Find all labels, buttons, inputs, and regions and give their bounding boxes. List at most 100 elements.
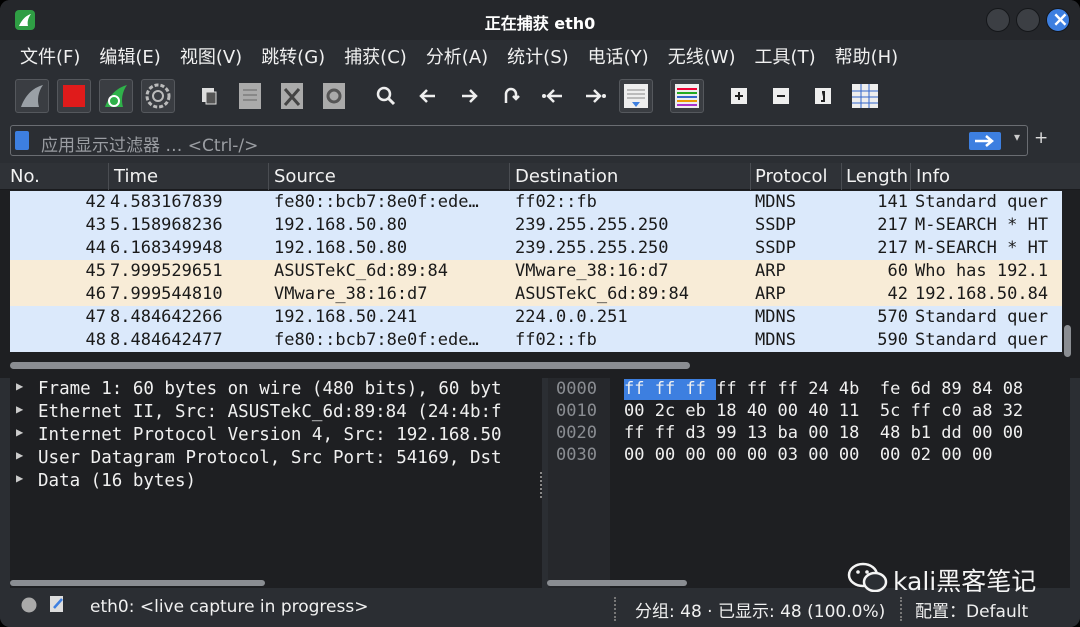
- menu-view[interactable]: 视图(V): [180, 43, 242, 69]
- pane-splitter[interactable]: [540, 472, 544, 498]
- column-no[interactable]: No.: [10, 166, 40, 187]
- start-capture-button[interactable]: [15, 79, 49, 113]
- close-file-button[interactable]: [275, 79, 309, 113]
- hex-bytes[interactable]: 00 00 00 00 00 03 00 00 00 02 00 00: [624, 445, 992, 467]
- column-destination[interactable]: Destination: [515, 166, 618, 187]
- expand-arrow-icon[interactable]: ▶: [16, 379, 23, 393]
- open-file-icon: [202, 88, 217, 105]
- menu-edit[interactable]: 编辑(E): [99, 43, 160, 69]
- packet-row[interactable]: 46 7.999544810 VMware_38:16:d7 ASUSTekC_6d:…: [10, 283, 1062, 306]
- expand-arrow-icon[interactable]: ▶: [16, 425, 23, 439]
- packet-list-header: No. Time Source Destination Protocol Len…: [0, 163, 1080, 190]
- colorize-button[interactable]: [670, 79, 704, 113]
- apply-filter-button[interactable]: [969, 132, 1001, 150]
- go-to-packet-button[interactable]: [494, 79, 528, 113]
- column-time[interactable]: Time: [114, 166, 158, 187]
- display-filter-bar[interactable]: 应用显示过滤器 … <Ctrl-/> ▾: [10, 125, 1028, 156]
- restart-capture-button[interactable]: [99, 79, 133, 113]
- column-protocol[interactable]: Protocol: [755, 166, 828, 187]
- packet-cell-source: VMware_38:16:d7: [274, 284, 428, 304]
- packet-cell-info: Standard quer: [915, 307, 1049, 327]
- capture-options-button[interactable]: [141, 79, 175, 113]
- packet-cell-protocol: SSDP: [755, 215, 796, 235]
- packet-row[interactable]: 44 6.168349948 192.168.50.80 239.255.255.25…: [10, 237, 1062, 260]
- menu-file[interactable]: 文件(F): [20, 43, 80, 69]
- autoscroll-button[interactable]: [619, 79, 653, 113]
- add-filter-button[interactable]: +: [1034, 128, 1048, 148]
- zoom-in-button[interactable]: [722, 79, 756, 113]
- minimize-button[interactable]: [986, 8, 1010, 32]
- detail-row-data[interactable]: ▶ Data (16 bytes): [10, 471, 542, 493]
- details-hscrollbar[interactable]: [10, 580, 265, 586]
- capture-comment-icon[interactable]: [48, 594, 66, 614]
- packet-row[interactable]: 45 7.999529651 ASUSTekC_6d:89:84 VMware_38:…: [10, 260, 1062, 283]
- detail-row-ethernet[interactable]: ▶ Ethernet II, Src: ASUSTekC_6d:89:84 (24…: [10, 402, 542, 424]
- chevron-down-icon[interactable]: ▾: [1014, 130, 1020, 144]
- forward-arrow-icon: [462, 89, 478, 103]
- packet-row[interactable]: 42 4.583167839 fe80::bcb7:8e0f:ede… ff02::f…: [10, 191, 1062, 214]
- reload-file-button[interactable]: [317, 79, 351, 113]
- packet-cell-length: 42: [887, 284, 908, 304]
- packet-list-hscrollbar[interactable]: [10, 362, 690, 369]
- go-back-button[interactable]: [411, 79, 445, 113]
- display-filter-input[interactable]: 应用显示过滤器 … <Ctrl-/>: [41, 131, 258, 156]
- menu-capture[interactable]: 捕获(C): [344, 43, 407, 69]
- packet-cell-destination: 239.255.255.250: [515, 215, 669, 235]
- menu-telephony[interactable]: 电话(Y): [588, 43, 649, 69]
- first-packet-button[interactable]: [536, 79, 570, 113]
- menu-tools[interactable]: 工具(T): [755, 43, 816, 69]
- detail-row-udp[interactable]: ▶ User Datagram Protocol, Src Port: 54169…: [10, 448, 542, 470]
- hex-bytes[interactable]: 00 2c eb 18 40 00 40 11 5c ff c0 a8 32: [624, 401, 1023, 423]
- menu-statistics[interactable]: 统计(S): [507, 43, 568, 69]
- menu-go[interactable]: 跳转(G): [261, 43, 325, 69]
- menu-analyze[interactable]: 分析(A): [426, 43, 488, 69]
- hex-bytes[interactable]: ff ff d3 99 13 ba 00 18 48 b1 dd 00 00: [624, 423, 1023, 445]
- normal-size-button[interactable]: [806, 79, 840, 113]
- last-packet-button[interactable]: [578, 79, 612, 113]
- status-bar: eth0: <live capture in progress> 分组: 48 …: [0, 592, 1080, 627]
- stop-capture-button[interactable]: [57, 79, 91, 113]
- profile-text[interactable]: 配置：Default: [915, 597, 1028, 622]
- packet-cell-protocol: SSDP: [755, 238, 796, 258]
- zoom-in-icon: [731, 88, 747, 104]
- maximize-button[interactable]: [1016, 8, 1040, 32]
- menu-wireless[interactable]: 无线(W): [668, 43, 736, 69]
- resize-columns-icon: [852, 84, 878, 108]
- detail-row-ip[interactable]: ▶ Internet Protocol Version 4, Src: 192.1…: [10, 425, 542, 447]
- back-arrow-icon: [419, 89, 435, 103]
- close-window-button[interactable]: [1046, 7, 1070, 32]
- zoom-out-button[interactable]: [764, 79, 798, 113]
- column-length[interactable]: Length: [846, 166, 908, 187]
- wechat-icon: [847, 562, 888, 593]
- menu-help[interactable]: 帮助(H): [835, 43, 899, 69]
- expand-arrow-icon[interactable]: ▶: [16, 471, 23, 485]
- menu-bar: 文件(F) 编辑(E) 视图(V) 跳转(G) 捕获(C) 分析(A) 统计(S…: [0, 40, 1080, 72]
- hex-bytes[interactable]: ff ff ff ff ff ff 24 4b fe 6d 89 84 08: [624, 379, 1023, 401]
- packet-cell-source: 192.168.50.80: [274, 215, 408, 235]
- bookmark-icon[interactable]: [15, 131, 29, 150]
- find-packet-button[interactable]: [369, 79, 403, 113]
- detail-row-frame[interactable]: ▶ Frame 1: 60 bytes on wire (480 bits), 6…: [10, 379, 542, 401]
- column-source[interactable]: Source: [274, 166, 336, 187]
- packet-cell-length: 60: [887, 261, 908, 281]
- save-file-button[interactable]: [233, 79, 267, 113]
- packet-row[interactable]: 47 8.484642266 192.168.50.241 224.0.0.251 MD…: [10, 306, 1062, 329]
- packet-cell-length: 217: [877, 215, 908, 235]
- packet-row[interactable]: 48 8.484642477 fe80::bcb7:8e0f:ede… ff02::f…: [10, 329, 1062, 352]
- expand-arrow-icon[interactable]: ▶: [16, 402, 23, 416]
- column-info[interactable]: Info: [916, 166, 950, 187]
- hex-offset: 0010: [556, 401, 597, 421]
- packet-cell-info: M-SEARCH * HT: [915, 215, 1049, 235]
- resize-columns-button[interactable]: [848, 79, 882, 113]
- open-file-button[interactable]: [192, 79, 226, 113]
- packet-cell-no: 43: [85, 215, 106, 235]
- expert-info-icon[interactable]: [20, 596, 38, 614]
- go-forward-button[interactable]: [452, 79, 486, 113]
- bytes-hscrollbar[interactable]: [547, 580, 687, 586]
- options-gear-icon: [145, 83, 171, 109]
- packet-list-vscrollbar[interactable]: [1064, 325, 1071, 357]
- expand-arrow-icon[interactable]: ▶: [16, 448, 23, 462]
- restart-icon: [105, 85, 127, 107]
- packet-row[interactable]: 43 5.158968236 192.168.50.80 239.255.255.25…: [10, 214, 1062, 237]
- packet-cell-time: 4.583167839: [110, 192, 223, 212]
